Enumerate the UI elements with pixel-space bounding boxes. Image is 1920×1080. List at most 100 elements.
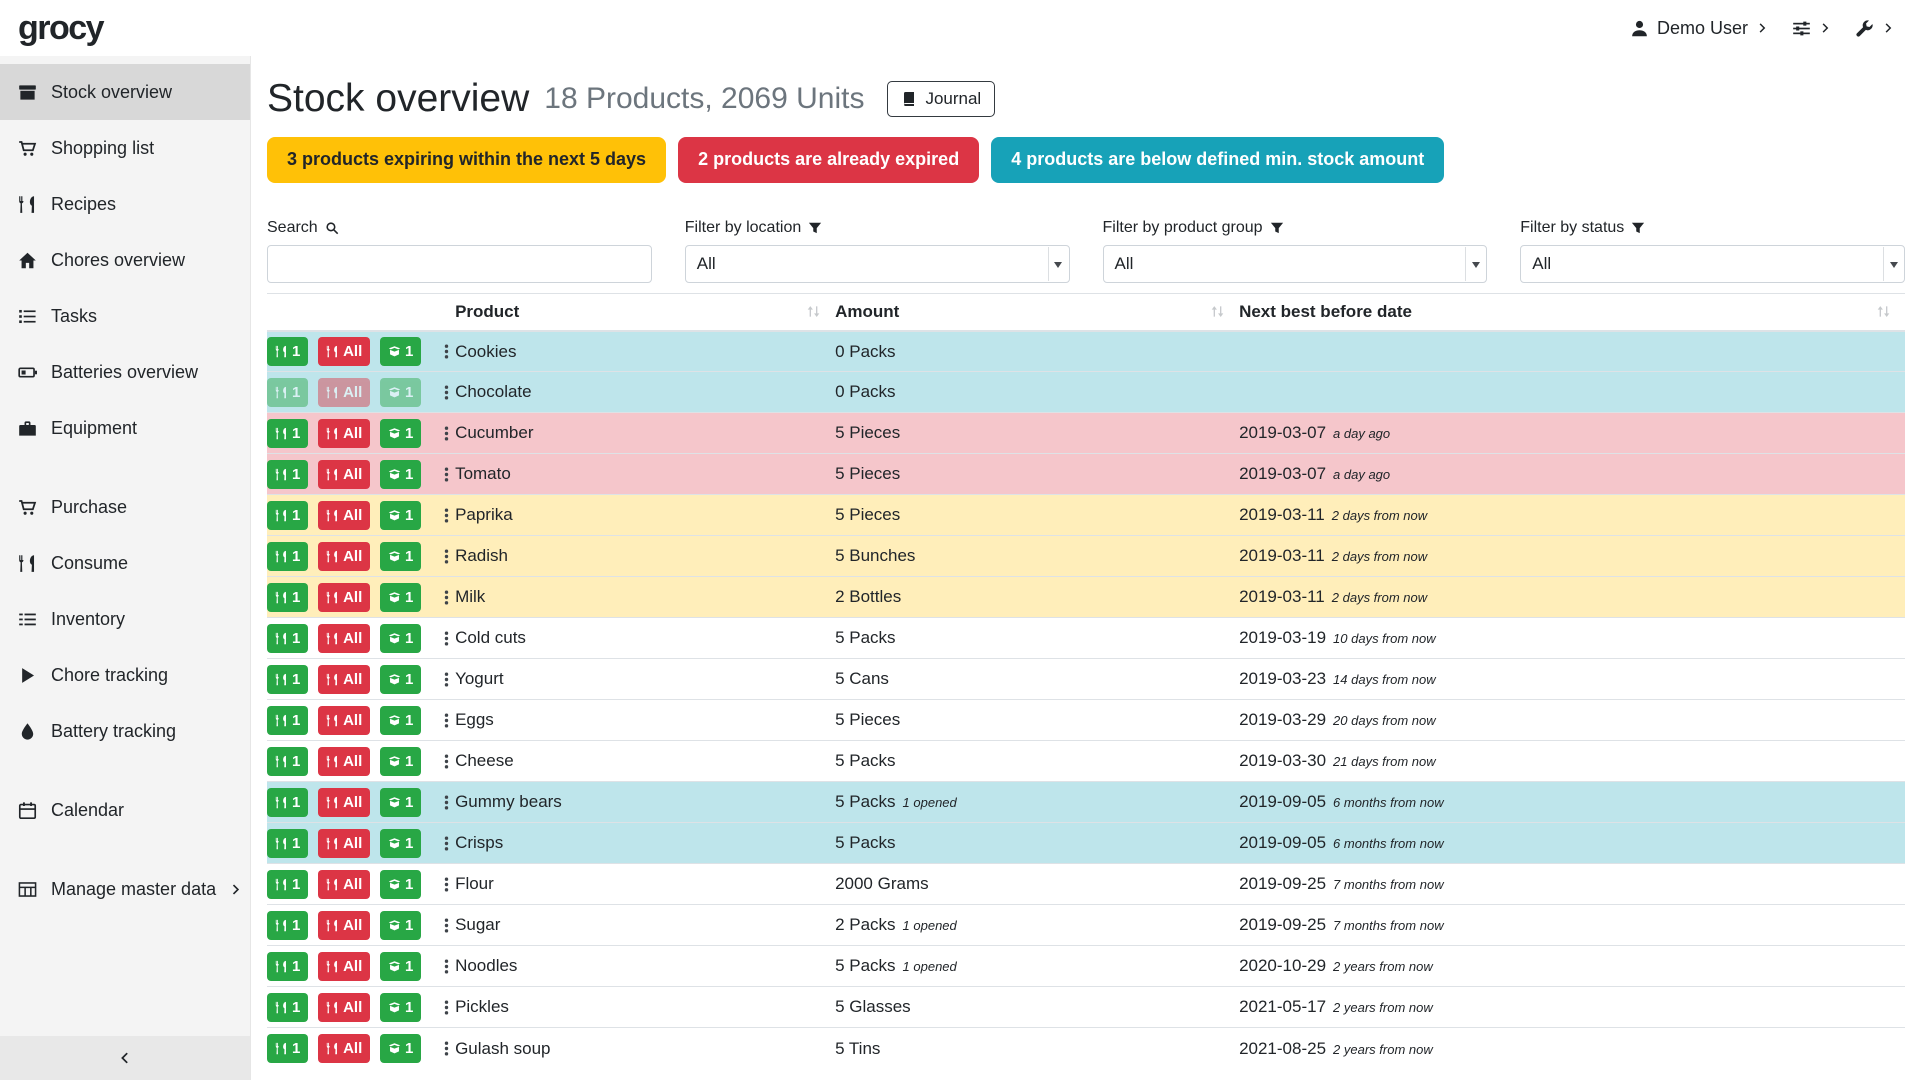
sort-icon[interactable] [806,304,821,319]
consume-all-button[interactable]: All [318,788,370,817]
consume-all-button[interactable]: All [318,337,370,366]
open-one-button[interactable]: 1 [380,952,421,981]
row-menu-button[interactable] [438,466,455,483]
grocy-logo[interactable]: grocy [18,9,103,48]
consume-one-button[interactable]: 1 [267,542,308,571]
sidebar-item-equipment[interactable]: Equipment [0,400,250,456]
consume-one-button[interactable]: 1 [267,911,308,940]
sidebar-item-calendar[interactable]: Calendar [0,782,250,838]
consume-all-button[interactable]: All [318,501,370,530]
row-menu-button[interactable] [438,507,455,524]
row-menu-button[interactable] [438,589,455,606]
row-menu-button[interactable] [438,917,455,934]
open-one-button[interactable]: 1 [380,665,421,694]
row-menu-button[interactable] [438,958,455,975]
consume-one-button[interactable]: 1 [267,1034,308,1063]
sidebar-item-battery-tracking[interactable]: Battery tracking [0,703,250,759]
sidebar-item-tasks[interactable]: Tasks [0,288,250,344]
open-one-button[interactable]: 1 [380,829,421,858]
row-menu-button[interactable] [438,876,455,893]
consume-one-button[interactable]: 1 [267,665,308,694]
open-one-button[interactable]: 1 [380,624,421,653]
sidebar-item-stock-overview[interactable]: Stock overview [0,64,250,120]
alert-below-min[interactable]: 4 products are below defined min. stock … [991,137,1444,183]
alert-expired[interactable]: 2 products are already expired [678,137,979,183]
consume-all-button[interactable]: All [318,993,370,1022]
consume-all-button[interactable]: All [318,747,370,776]
open-one-button[interactable]: 1 [380,542,421,571]
open-one-button[interactable]: 1 [380,337,421,366]
journal-button[interactable]: Journal [887,81,995,117]
sidebar-item-purchase[interactable]: Purchase [0,479,250,535]
row-menu-button[interactable] [438,548,455,565]
settings-menu[interactable] [1792,19,1831,38]
row-menu-button[interactable] [438,835,455,852]
row-menu-button[interactable] [438,1040,455,1057]
status-select[interactable]: All [1520,245,1905,283]
sort-icon[interactable] [1876,304,1891,319]
consume-all-button[interactable]: All [318,460,370,489]
open-one-button[interactable]: 1 [380,1034,421,1063]
open-one-button[interactable]: 1 [380,419,421,448]
row-menu-button[interactable] [438,343,455,360]
consume-all-button[interactable]: All [318,870,370,899]
consume-one-button[interactable]: 1 [267,870,308,899]
row-menu-button[interactable] [438,794,455,811]
open-one-button[interactable]: 1 [380,993,421,1022]
open-one-button[interactable]: 1 [380,911,421,940]
search-input[interactable] [267,245,652,283]
sidebar-item-shopping-list[interactable]: Shopping list [0,120,250,176]
sidebar-item-inventory[interactable]: Inventory [0,591,250,647]
location-select[interactable]: All [685,245,1070,283]
product-group-select[interactable]: All [1103,245,1488,283]
open-one-button[interactable]: 1 [380,788,421,817]
row-menu-button[interactable] [438,425,455,442]
consume-all-button[interactable]: All [318,911,370,940]
row-menu-button[interactable] [438,671,455,688]
consume-all-button[interactable]: All [318,583,370,612]
bbd-column-header[interactable]: Next best before date [1239,293,1905,331]
consume-one-button[interactable]: 1 [267,747,308,776]
open-one-button[interactable]: 1 [380,870,421,899]
open-one-button[interactable]: 1 [380,747,421,776]
admin-menu[interactable] [1855,19,1894,38]
consume-all-button[interactable]: All [318,1034,370,1063]
consume-all-button[interactable]: All [318,829,370,858]
consume-one-button[interactable]: 1 [267,419,308,448]
sidebar-item-recipes[interactable]: Recipes [0,176,250,232]
sidebar-collapse-button[interactable] [0,1036,250,1080]
open-one-button[interactable]: 1 [380,583,421,612]
sidebar-item-chores-overview[interactable]: Chores overview [0,232,250,288]
row-menu-button[interactable] [438,384,455,401]
alert-expiring-soon[interactable]: 3 products expiring within the next 5 da… [267,137,666,183]
consume-one-button[interactable]: 1 [267,378,308,407]
consume-all-button[interactable]: All [318,378,370,407]
row-menu-button[interactable] [438,712,455,729]
open-one-button[interactable]: 1 [380,460,421,489]
sidebar-item-manage-master-data[interactable]: Manage master data [0,861,250,917]
consume-one-button[interactable]: 1 [267,583,308,612]
consume-one-button[interactable]: 1 [267,952,308,981]
consume-all-button[interactable]: All [318,542,370,571]
row-menu-button[interactable] [438,630,455,647]
consume-one-button[interactable]: 1 [267,501,308,530]
amount-column-header[interactable]: Amount [835,293,1239,331]
consume-one-button[interactable]: 1 [267,829,308,858]
user-menu[interactable]: Demo User [1630,18,1768,39]
open-one-button[interactable]: 1 [380,501,421,530]
consume-one-button[interactable]: 1 [267,624,308,653]
product-column-header[interactable]: Product [455,293,835,331]
consume-all-button[interactable]: All [318,952,370,981]
consume-one-button[interactable]: 1 [267,706,308,735]
sidebar-item-consume[interactable]: Consume [0,535,250,591]
open-one-button[interactable]: 1 [380,378,421,407]
consume-all-button[interactable]: All [318,419,370,448]
consume-one-button[interactable]: 1 [267,337,308,366]
consume-one-button[interactable]: 1 [267,788,308,817]
consume-one-button[interactable]: 1 [267,993,308,1022]
consume-all-button[interactable]: All [318,624,370,653]
consume-all-button[interactable]: All [318,706,370,735]
sidebar-item-batteries-overview[interactable]: Batteries overview [0,344,250,400]
row-menu-button[interactable] [438,999,455,1016]
consume-all-button[interactable]: All [318,665,370,694]
